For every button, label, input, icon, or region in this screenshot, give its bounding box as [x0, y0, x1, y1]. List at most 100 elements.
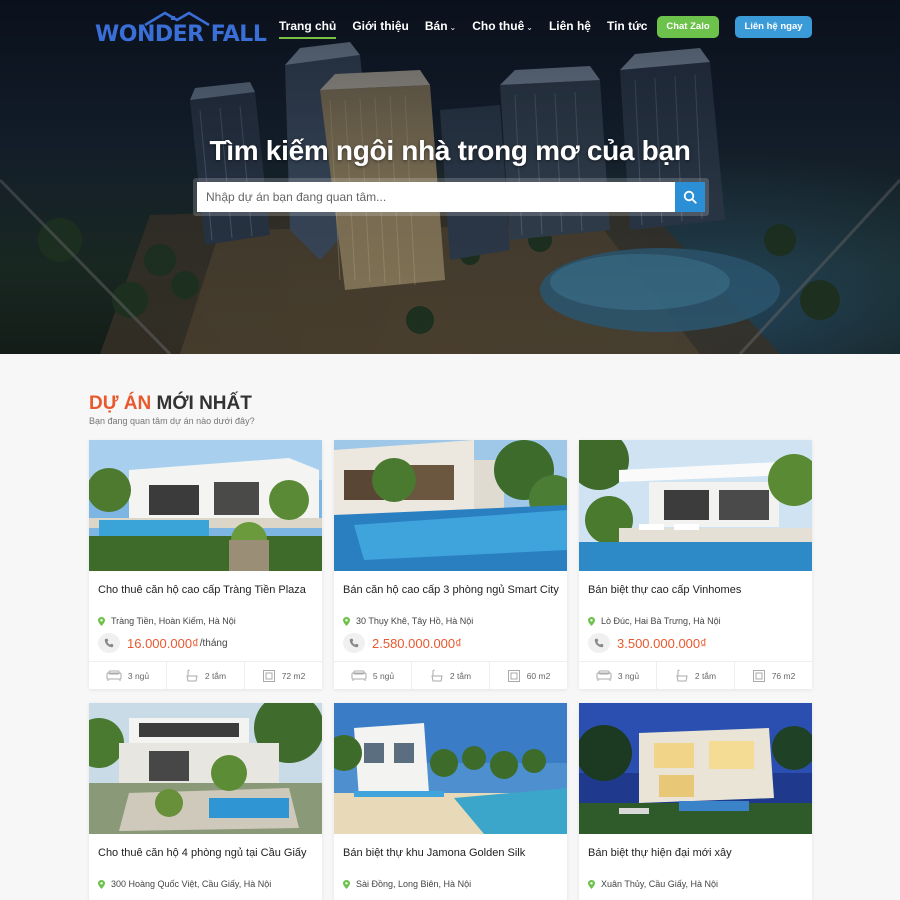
chevron-down-icon: ⌄ — [526, 23, 533, 32]
listing-price: 16.000.000₫ — [127, 635, 199, 651]
listing-photo[interactable] — [579, 440, 812, 571]
feature-area: 76 m2 — [735, 662, 812, 689]
phone-icon[interactable] — [98, 633, 120, 653]
section-title-accent: DỰ ÁN — [89, 393, 152, 414]
listing-card[interactable]: Cho thuê căn hộ 4 phòng ngủ tại Cầu Giấy… — [89, 703, 322, 900]
section-subtitle: Bạn đang quan tâm dự án nào dưới đây? — [89, 416, 255, 426]
listing-features: 3 ngủ 2 tắm 76 m2 — [579, 661, 812, 689]
listing-title[interactable]: Bán biệt thự khu Jamona Golden Silk — [343, 847, 525, 859]
feature-text: 72 m2 — [281, 670, 306, 681]
listing-title[interactable]: Bán căn hộ cao cấp 3 phòng ngủ Smart Cit… — [343, 584, 559, 596]
listing-address-text: Tràng Tiền, Hoàn Kiếm, Hà Nội — [111, 616, 236, 626]
listing-photo[interactable] — [579, 703, 812, 834]
main-nav: Trang chủ Giới thiệu Bán ⌄ Cho thuê ⌄ Liên… — [279, 19, 663, 39]
listing-photo[interactable] — [334, 440, 567, 571]
feature-area: 60 m2 — [490, 662, 567, 689]
nav-label: Trang chủ — [279, 19, 337, 33]
location-pin-icon — [98, 616, 105, 626]
listing-card[interactable]: Bán biệt thự hiện đại mới xây Xuân Thủy,… — [579, 703, 812, 900]
hero-banner: WONDER FALL Trang chủ Giới thiệu Bán ⌄ Ch… — [0, 0, 900, 354]
site-logo[interactable]: WONDER FALL — [95, 10, 267, 47]
section-title: DỰ ÁN MỚI NHẤT — [89, 393, 252, 415]
feature-text: 2 tắm — [449, 670, 472, 681]
location-pin-icon — [588, 879, 595, 889]
listing-address: Lò Đúc, Hai Bà Trưng, Hà Nội — [588, 616, 721, 626]
listing-card[interactable]: Bán căn hộ cao cấp 3 phòng ngủ Smart Cit… — [334, 440, 567, 689]
listing-card[interactable]: Cho thuê căn hộ cao cấp Tràng Tiền Plaza… — [89, 440, 322, 689]
feature-text: 76 m2 — [771, 670, 796, 681]
area-icon — [752, 669, 765, 682]
listing-address-text: Sài Đồng, Long Biên, Hà Nội — [356, 879, 472, 889]
listing-address: 300 Hoàng Quốc Việt, Cầu Giấy, Hà Nội — [98, 879, 271, 889]
nav-label: Bán — [424, 19, 448, 33]
listing-photo[interactable] — [89, 703, 322, 834]
feature-bathrooms: 2 tắm — [167, 662, 245, 689]
listing-address-text: 300 Hoàng Quốc Việt, Cầu Giấy, Hà Nội — [111, 879, 272, 889]
hero-title: Tìm kiếm ngôi nhà trong mơ của bạn — [209, 135, 691, 166]
nav-label: Liên hệ — [548, 19, 591, 33]
location-pin-icon — [588, 616, 595, 626]
bed-icon — [596, 670, 612, 681]
feature-bathrooms: 2 tắm — [412, 662, 490, 689]
location-pin-icon — [343, 879, 350, 889]
listing-price-row: 2.580.000.000₫ — [343, 633, 463, 653]
nav-item-home[interactable]: Trang chủ — [279, 19, 337, 39]
feature-bathrooms: 2 tắm — [657, 662, 735, 689]
bed-icon — [351, 670, 367, 681]
feature-area: 72 m2 — [245, 662, 322, 689]
listing-address-text: 30 Thụy Khê, Tây Hồ, Hà Nội — [356, 616, 474, 626]
feature-text: 3 ngủ — [127, 670, 150, 681]
listing-title[interactable]: Bán biệt thự hiện đại mới xây — [588, 847, 732, 859]
phone-icon[interactable] — [343, 633, 365, 653]
listing-address: Tràng Tiền, Hoàn Kiếm, Hà Nội — [98, 616, 236, 626]
listing-features: 3 ngủ 2 tắm 72 m2 — [89, 661, 322, 689]
nav-item-about[interactable]: Giới thiệu — [352, 19, 409, 39]
nav-item-contact[interactable]: Liên hệ — [549, 19, 591, 39]
feature-text: 2 tắm — [204, 670, 227, 681]
listing-address-text: Xuân Thủy, Cầu Giấy, Hà Nội — [601, 879, 719, 889]
feature-bedrooms: 3 ngủ — [89, 662, 167, 689]
nav-label: Cho thuê — [472, 19, 525, 33]
contact-now-button[interactable]: Liên hệ ngay — [735, 16, 812, 38]
listing-title[interactable]: Cho thuê căn hộ cao cấp Tràng Tiền Plaza — [98, 584, 306, 596]
bed-icon — [106, 670, 122, 681]
chat-zalo-button[interactable]: Chat Zalo — [657, 16, 719, 38]
location-pin-icon — [98, 879, 105, 889]
feature-bedrooms: 5 ngủ — [334, 662, 412, 689]
feature-text: 3 ngủ — [617, 670, 640, 681]
bath-icon — [676, 669, 688, 681]
search-icon — [683, 190, 697, 204]
area-icon — [507, 669, 520, 682]
nav-label: Giới thiệu — [352, 19, 409, 33]
listing-title[interactable]: Bán biệt thự cao cấp Vinhomes — [588, 584, 741, 596]
listing-photo[interactable] — [334, 703, 567, 834]
section-title-rest: MỚI NHẤT — [151, 393, 252, 414]
location-pin-icon — [343, 616, 350, 626]
listing-address-text: Lò Đúc, Hai Bà Trưng, Hà Nội — [601, 616, 721, 626]
feature-text: 60 m2 — [526, 670, 551, 681]
listing-price: 2.580.000.000₫ — [372, 635, 462, 651]
feature-text: 2 tắm — [694, 670, 717, 681]
bath-icon — [431, 669, 443, 681]
phone-icon[interactable] — [588, 633, 610, 653]
feature-bedrooms: 3 ngủ — [579, 662, 657, 689]
listing-card[interactable]: Bán biệt thự khu Jamona Golden Silk Sài … — [334, 703, 567, 900]
bath-icon — [186, 669, 198, 681]
listing-title[interactable]: Cho thuê căn hộ 4 phòng ngủ tại Cầu Giấy — [98, 847, 307, 859]
search-input[interactable] — [197, 182, 675, 212]
listing-price-row: 3.500.000.000₫ — [588, 633, 708, 653]
nav-item-rent[interactable]: Cho thuê ⌄ — [472, 19, 533, 39]
area-icon — [262, 669, 275, 682]
search-button[interactable] — [675, 182, 705, 212]
listing-photo[interactable] — [89, 440, 322, 571]
nav-label: Tin tức — [606, 19, 648, 33]
search-bar — [193, 178, 709, 216]
nav-item-sale[interactable]: Bán ⌄ — [425, 19, 456, 39]
listing-features: 5 ngủ 2 tắm 60 m2 — [334, 661, 567, 689]
nav-item-news[interactable]: Tin tức — [607, 19, 647, 39]
listing-card[interactable]: Bán biệt thự cao cấp Vinhomes Lò Đúc, Ha… — [579, 440, 812, 689]
listing-price: 3.500.000.000₫ — [617, 635, 707, 651]
listing-price-row: 16.000.000₫ /tháng — [98, 633, 228, 653]
chevron-down-icon: ⌄ — [449, 23, 457, 32]
feature-text: 5 ngủ — [372, 670, 395, 681]
